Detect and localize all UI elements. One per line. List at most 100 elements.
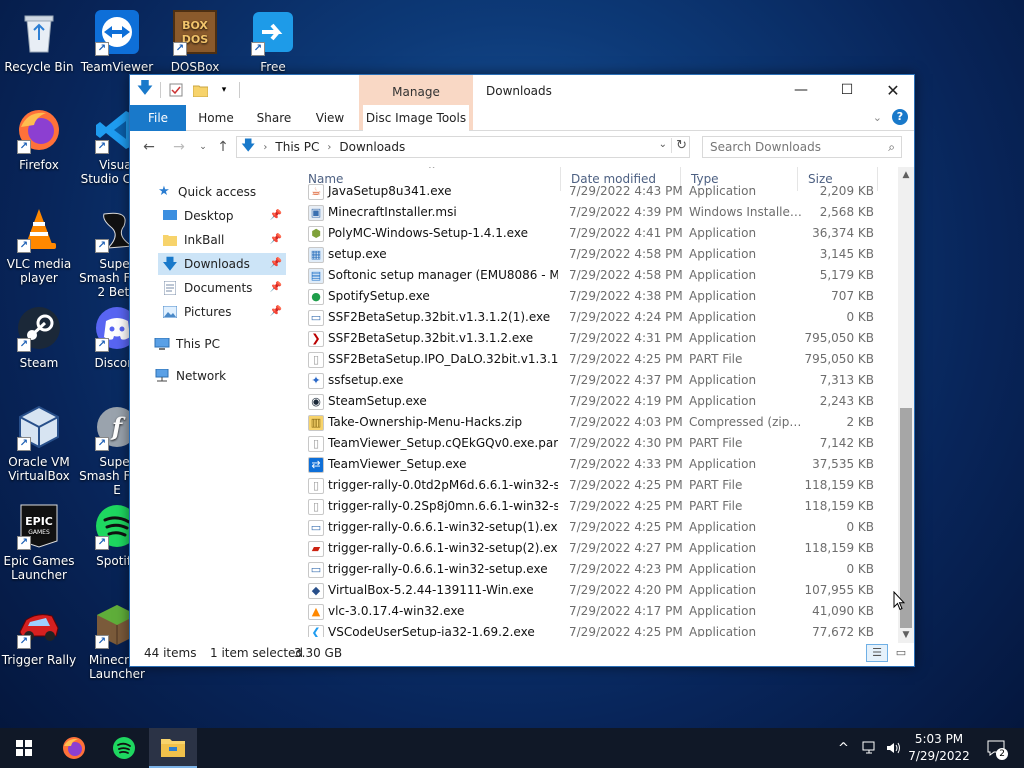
pin-icon[interactable]: 📌 <box>270 205 282 227</box>
file-row[interactable]: ▭ SSF2BetaSetup.32bit.v1.3.1.2(1).exe 7/29… <box>298 307 898 328</box>
file-row[interactable]: ▭ trigger-rally-0.6.6.1-win32-setup.exe 7/… <box>298 559 898 580</box>
file-row[interactable]: ❮ VSCodeUserSetup-ia32-1.69.2.exe 7/29/202… <box>298 622 898 637</box>
downloads-arrow-icon[interactable]: 🡇 <box>136 78 154 99</box>
desktop-icon-firefox[interactable]: ↗ Firefox <box>1 106 77 172</box>
explorer-window[interactable]: 🡇 ▾ Manage Downloads — ☐ ✕ File Home Sha… <box>129 74 915 667</box>
desktop-icon-free[interactable]: ↗ Free <box>235 8 311 74</box>
taskbar-spotify[interactable] <box>100 728 148 768</box>
nav-item-inkball[interactable]: InkBall 📌 <box>162 229 286 251</box>
free-app-icon: ↗ <box>249 8 297 56</box>
file-name: Take-Ownership-Menu-Hacks.zip <box>328 415 523 429</box>
desktop-icon-dosbox[interactable]: BOX DOS ↗ DOSBox <box>157 8 233 74</box>
forward-button[interactable]: → <box>170 138 188 156</box>
file-row[interactable]: ▯ trigger-rally-0.0td2pM6d.6.6.1-win32-se… <box>298 475 898 496</box>
file-row[interactable]: ▣ MinecraftInstaller.msi 7/29/2022 4:39 PM… <box>298 202 898 223</box>
file-row[interactable]: ◆ VirtualBox-5.2.44-139111-Win.exe 7/29/20… <box>298 580 898 601</box>
file-size: 3,145 KB <box>819 247 874 261</box>
address-bar-row: ← → ⌄ ↑ 🡇 › This PC › Downloads ⌄ ↻ Sear… <box>130 132 914 162</box>
chevron-right-icon[interactable]: › <box>327 142 331 153</box>
expand-ribbon-icon[interactable]: ⌄ <box>873 111 882 124</box>
desktop-icon-recycle-bin[interactable]: Recycle Bin <box>1 8 77 74</box>
file-size: 0 KB <box>846 562 874 576</box>
file-name: trigger-rally-0.6.6.1-win32-setup.exe <box>328 562 548 576</box>
large-icons-view-icon[interactable]: ▭ <box>890 644 912 662</box>
file-row[interactable]: ▲ vlc-3.0.17.4-win32.exe 7/29/2022 4:17 PM… <box>298 601 898 622</box>
pin-icon[interactable]: 📌 <box>270 253 282 275</box>
teamviewer-file-icon: ⇄ <box>308 456 324 473</box>
address-dropdown-icon[interactable]: ⌄ <box>659 139 667 150</box>
nav-item-downloads[interactable]: 🡇 Downloads 📌 <box>158 253 286 275</box>
file-row[interactable]: ▰ trigger-rally-0.6.6.1-win32-setup(2).ex… <box>298 538 898 559</box>
taskbar-file-explorer[interactable] <box>149 728 197 768</box>
breadcrumb-this-pc[interactable]: This PC <box>275 140 319 154</box>
tab-disc-image-tools[interactable]: Disc Image Tools <box>363 105 469 131</box>
desktop-icon-epic-games[interactable]: EPIC GAMES ↗ Epic Games Launcher <box>1 502 77 582</box>
refresh-icon[interactable]: ↻ <box>671 138 687 153</box>
pin-icon[interactable]: 📌 <box>270 277 282 299</box>
start-button[interactable] <box>0 728 48 768</box>
tab-file[interactable]: File <box>130 105 186 131</box>
file-row[interactable]: ▭ trigger-rally-0.6.6.1-win32-setup(1).ex… <box>298 517 898 538</box>
file-row[interactable]: ⇄ TeamViewer_Setup.exe 7/29/2022 4:33 PM Ap… <box>298 454 898 475</box>
system-clock[interactable]: 5:03 PM 7/29/2022 <box>898 731 980 765</box>
file-row[interactable]: ☕ JavaSetup8u341.exe 7/29/2022 4:43 PM Appl… <box>298 181 898 202</box>
file-list[interactable]: Name ^ Date modified Type Size ☕ JavaSetu… <box>298 167 898 637</box>
file-row[interactable]: ▤ Softonic setup manager (EMU8086 - MIC..… <box>298 265 898 286</box>
recent-locations-icon[interactable]: ⌄ <box>194 138 212 156</box>
desktop-icon-steam[interactable]: ↗ Steam <box>1 304 77 370</box>
file-row[interactable]: ◉ SteamSetup.exe 7/29/2022 4:19 PM Applicat… <box>298 391 898 412</box>
file-row[interactable]: ▯ SSF2BetaSetup.IPO_DaLO.32bit.v1.3.1.2(1… <box>298 349 898 370</box>
nav-item-documents[interactable]: Documents 📌 <box>162 277 286 299</box>
file-row[interactable]: ▯ TeamViewer_Setup.cQEkGQv0.exe.part 7/29/… <box>298 433 898 454</box>
svg-text:EPIC: EPIC <box>25 515 53 528</box>
file-row[interactable]: ⬢ PolyMC-Windows-Setup-1.4.1.exe 7/29/2022… <box>298 223 898 244</box>
address-bar[interactable]: 🡇 › This PC › Downloads ⌄ ↻ <box>236 136 690 158</box>
notification-center-button[interactable]: 2 <box>982 728 1010 768</box>
properties-icon[interactable] <box>167 81 185 99</box>
scroll-up-icon[interactable]: ▲ <box>898 167 914 183</box>
network-tray-icon[interactable] <box>862 728 878 768</box>
nav-quick-access[interactable]: ★ Quick access <box>156 181 286 203</box>
file-row[interactable]: ✦ ssfsetup.exe 7/29/2022 4:37 PM Applicatio… <box>298 370 898 391</box>
nav-network[interactable]: Network <box>154 365 286 387</box>
minimize-button[interactable]: — <box>778 75 824 105</box>
desktop-icon-virtualbox[interactable]: ↗ Oracle VM VirtualBox <box>1 403 77 483</box>
maximize-button[interactable]: ☐ <box>824 75 870 105</box>
help-icon[interactable]: ? <box>892 109 908 125</box>
desktop-icon-trigger-rally[interactable]: ↗ Trigger Rally <box>1 601 77 667</box>
back-button[interactable]: ← <box>140 138 158 156</box>
new-folder-icon[interactable] <box>191 81 209 99</box>
chevron-right-icon[interactable]: › <box>263 142 267 153</box>
title-bar[interactable]: 🡇 ▾ Manage Downloads — ☐ ✕ <box>130 75 916 131</box>
file-row[interactable]: ▯ trigger-rally-0.2Sp8j0mn.6.6.1-win32-se… <box>298 496 898 517</box>
tab-home[interactable]: Home <box>192 105 240 131</box>
close-button[interactable]: ✕ <box>870 75 916 105</box>
nav-item-pictures[interactable]: Pictures 📌 <box>162 301 286 323</box>
desktop-icon-label: DOSBox <box>170 60 220 74</box>
file-row[interactable]: ● SpotifySetup.exe 7/29/2022 4:38 PM Applic… <box>298 286 898 307</box>
file-row[interactable]: ❯ SSF2BetaSetup.32bit.v1.3.1.2.exe 7/29/20… <box>298 328 898 349</box>
pin-icon[interactable]: 📌 <box>270 229 282 251</box>
file-date: 7/29/2022 4:03 PM <box>569 415 683 429</box>
vertical-scrollbar[interactable]: ▲ ▼ <box>898 167 914 643</box>
details-view-icon[interactable]: ☰ <box>866 644 888 662</box>
file-row[interactable]: ▦ setup.exe 7/29/2022 4:58 PM Application 3,… <box>298 244 898 265</box>
tab-view[interactable]: View <box>306 105 354 131</box>
tab-share[interactable]: Share <box>250 105 298 131</box>
file-row[interactable]: ▥ Take-Ownership-Menu-Hacks.zip 7/29/2022 … <box>298 412 898 433</box>
up-button[interactable]: ↑ <box>214 138 232 156</box>
file-date: 7/29/2022 4:41 PM <box>569 226 683 240</box>
file-name: MinecraftInstaller.msi <box>328 205 457 219</box>
taskbar-firefox[interactable] <box>50 728 98 768</box>
file-name-cell: ▤ Softonic setup manager (EMU8086 - MIC..… <box>308 265 558 286</box>
nav-item-desktop[interactable]: Desktop 📌 <box>162 205 286 227</box>
breadcrumb-downloads[interactable]: Downloads <box>339 140 405 154</box>
file-rows: ☕ JavaSetup8u341.exe 7/29/2022 4:43 PM Appl… <box>298 181 898 637</box>
nav-this-pc[interactable]: This PC <box>154 333 286 355</box>
show-hidden-icons-button[interactable]: ^ <box>838 728 849 768</box>
search-input[interactable]: Search Downloads ⌕ <box>702 136 902 158</box>
pin-icon[interactable]: 📌 <box>270 301 282 323</box>
desktop-icon-teamviewer[interactable]: ↗ TeamViewer <box>79 8 155 74</box>
desktop-icon-vlc[interactable]: ↗ VLC media player <box>1 205 77 285</box>
customize-toolbar-icon[interactable]: ▾ <box>215 81 233 99</box>
